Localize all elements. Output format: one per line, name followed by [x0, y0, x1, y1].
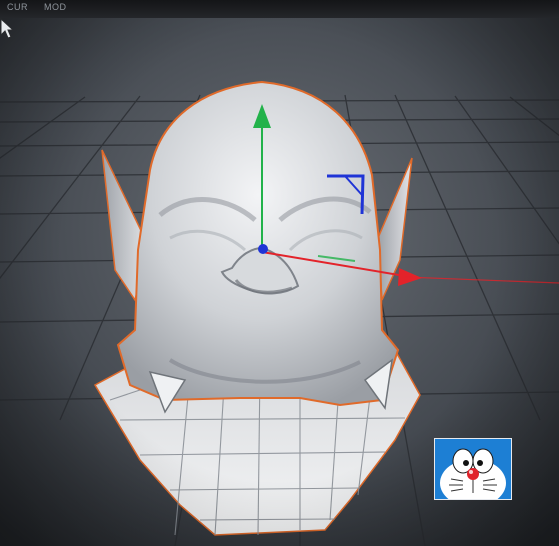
- menu-item-1[interactable]: MOD: [41, 1, 70, 13]
- menu-item-0[interactable]: CUR: [4, 1, 31, 13]
- gizmo-center[interactable]: [258, 244, 268, 254]
- doraemon-sticker: [434, 438, 512, 500]
- app-menubar: CUR MOD: [0, 0, 559, 19]
- 3d-viewport[interactable]: [0, 18, 559, 546]
- mouse-cursor-icon: [0, 18, 14, 39]
